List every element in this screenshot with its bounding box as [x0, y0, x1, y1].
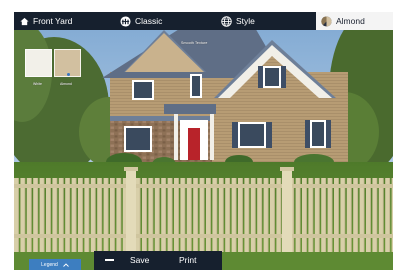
chevron-up-icon — [63, 262, 69, 267]
save-button[interactable]: Save — [130, 255, 149, 265]
color-label: Almond — [336, 16, 365, 26]
top-toolbar: Front Yard Classic Style Almond — [14, 12, 393, 30]
series-selector[interactable]: Classic — [120, 12, 162, 30]
swatch-almond[interactable] — [54, 49, 81, 77]
view-label: Front Yard — [33, 16, 73, 26]
fence-badge-icon — [120, 15, 131, 27]
color-swatch-icon — [321, 15, 332, 27]
swatch-white-label: White — [33, 82, 42, 86]
house-icon — [20, 17, 29, 25]
bottom-action-bar: Save Print — [94, 251, 222, 270]
series-label: Classic — [135, 16, 163, 26]
style-selector[interactable]: Style — [221, 12, 255, 30]
globe-icon — [221, 15, 232, 27]
view-selector[interactable]: Front Yard — [20, 12, 72, 30]
minimize-icon[interactable] — [105, 259, 114, 261]
style-label: Style — [236, 16, 255, 26]
texture-panel-title: Smooth Texture — [181, 41, 208, 45]
swatch-white[interactable] — [25, 49, 52, 77]
color-selector[interactable]: Almond — [316, 12, 393, 30]
legend-label: Legend — [41, 261, 58, 268]
legend-button[interactable]: Legend — [29, 259, 81, 270]
print-button[interactable]: Print — [179, 255, 196, 265]
swatch-almond-label: Almond — [60, 82, 72, 86]
selected-indicator-icon — [67, 73, 70, 76]
